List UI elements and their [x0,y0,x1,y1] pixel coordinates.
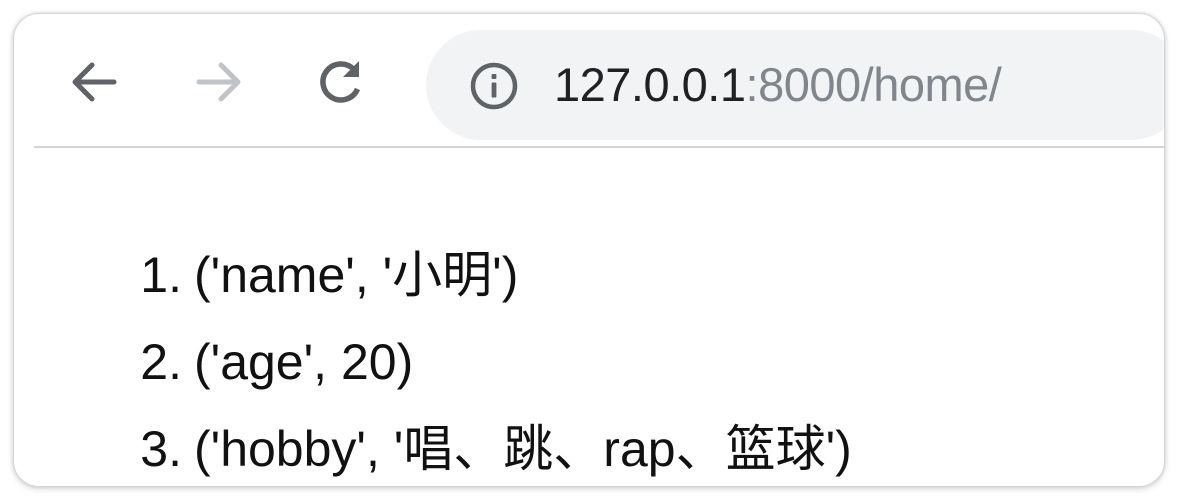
back-button[interactable] [64,52,124,112]
reload-icon [313,54,369,110]
arrow-right-icon [191,54,247,110]
list-item-marker: 1. [140,247,182,303]
forward-button[interactable] [189,52,249,112]
list-item-text: ('hobby', '唱、跳、rap、篮球') [194,421,852,477]
info-circle-icon[interactable] [468,60,520,112]
toolbar-divider [34,146,1164,148]
url-path: :8000/home/ [745,58,1002,111]
address-bar[interactable]: 127.0.0.1:8000/home/ [426,30,1164,140]
arrow-left-icon [66,54,122,110]
page-content: 1. ('name', '小明') 2. ('age', 20) 3. ('ho… [14,150,1164,486]
list-item-text: ('age', 20) [194,334,414,390]
list-item-marker: 3. [140,421,182,477]
url-text[interactable]: 127.0.0.1:8000/home/ [554,56,1002,114]
list-item-marker: 2. [140,334,182,390]
url-host: 127.0.0.1 [554,58,746,111]
reload-button[interactable] [311,52,371,112]
list-item-text: ('name', '小明') [194,247,519,303]
browser-window: 127.0.0.1:8000/home/ 1. ('name', '小明') 2… [13,13,1165,487]
browser-toolbar: 127.0.0.1:8000/home/ [14,14,1164,146]
